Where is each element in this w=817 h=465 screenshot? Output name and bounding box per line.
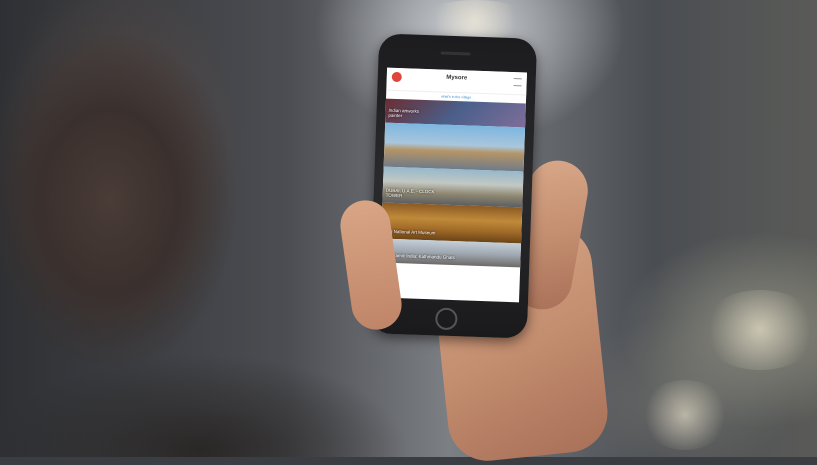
bokeh-light [640, 380, 730, 450]
bokeh-light [420, 0, 530, 40]
menu-icon[interactable] [513, 78, 522, 87]
blurred-shoulder [0, 300, 420, 457]
home-button[interactable] [434, 307, 458, 331]
bokeh-light [700, 290, 817, 370]
phone-screen: Mysore what's in the village Indian artw… [379, 67, 528, 303]
card-item[interactable] [383, 122, 526, 172]
app-title: Mysore [446, 74, 468, 82]
card-label: Indian artworks painter [388, 107, 420, 119]
app-header: Mysore [386, 67, 528, 96]
card-item[interactable]: DUBAI, U.A.E. - CLOCK TOWER [382, 166, 524, 208]
earpiece [440, 51, 471, 56]
card-item[interactable]: Panoramic India: Kathmandu Ghats [380, 238, 522, 268]
card-label: DUBAI, U.A.E. - CLOCK TOWER [385, 187, 435, 199]
card-item[interactable]: Burj National Art Museum [381, 202, 523, 244]
